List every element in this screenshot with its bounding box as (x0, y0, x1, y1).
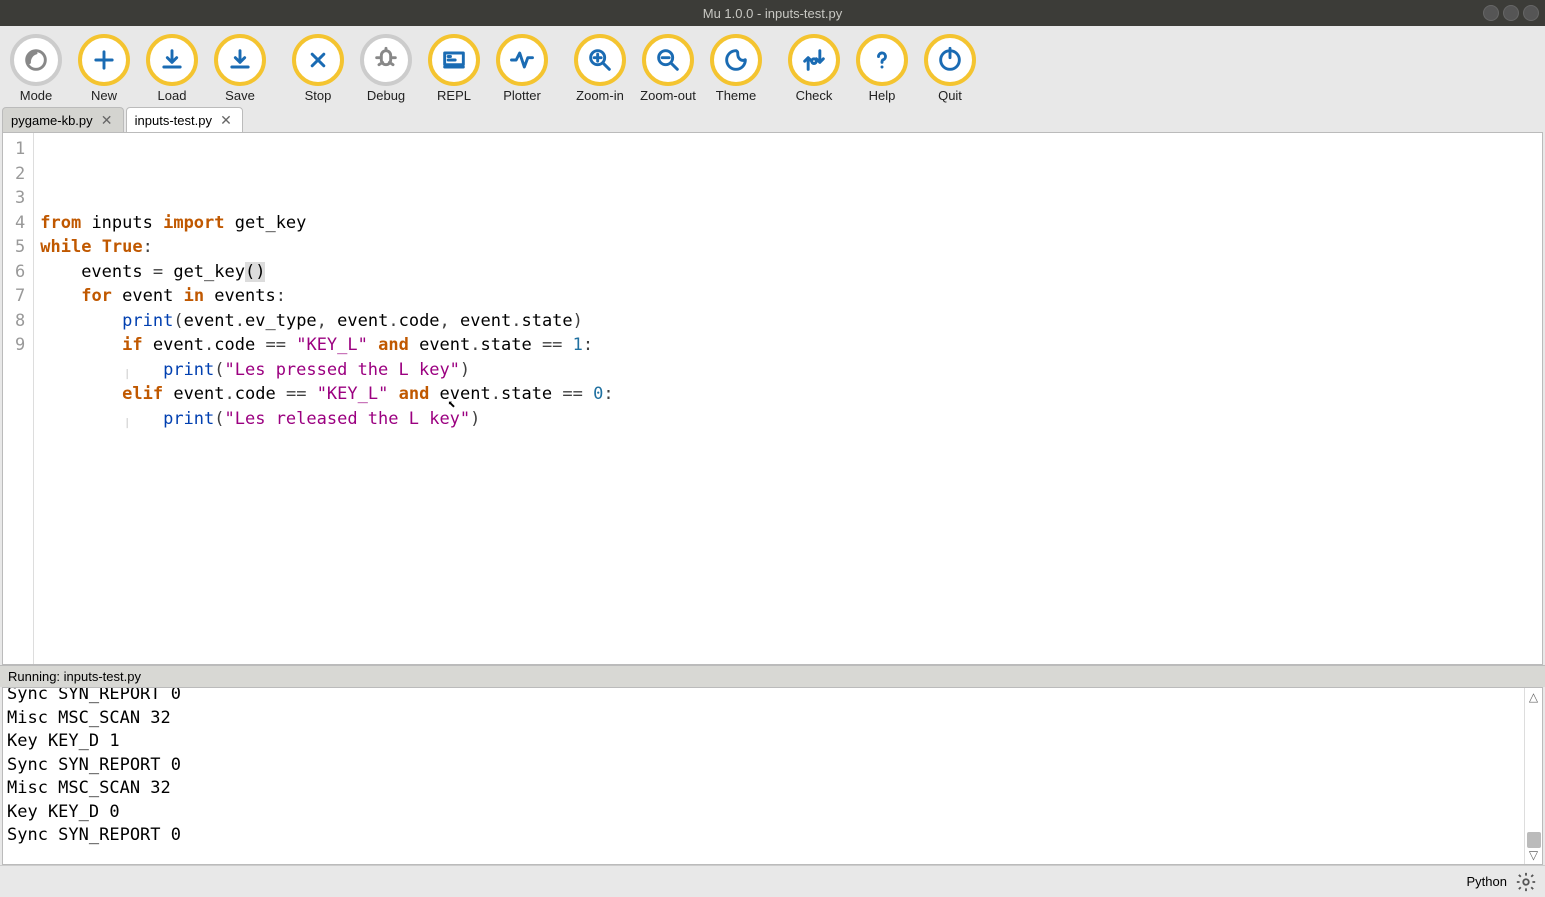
gear-icon[interactable] (1515, 871, 1537, 893)
tab-pygame-kb-py[interactable]: pygame-kb.py ✕ (2, 107, 124, 132)
stop-label: Stop (305, 88, 332, 103)
code-line[interactable]: ╷ print("Les pressed the L key") (40, 358, 1536, 383)
minimize-button[interactable] (1483, 5, 1499, 21)
code-line[interactable]: from inputs import get_key (40, 211, 1536, 236)
line-number: 5 (15, 235, 25, 260)
output-text[interactable]: Sync SYN_REPORT 0 Misc MSC_SCAN 32 Key K… (3, 687, 1524, 864)
stop-icon (292, 34, 344, 86)
new-icon (78, 34, 130, 86)
tab-inputs-test-py[interactable]: inputs-test.py ✕ (126, 107, 243, 132)
status-mode: Python (1467, 874, 1507, 889)
check-icon (788, 34, 840, 86)
help-button[interactable]: Help (848, 32, 916, 105)
load-button[interactable]: Load (138, 32, 206, 105)
stop-button[interactable]: Stop (284, 32, 352, 105)
quit-icon (924, 34, 976, 86)
zoom-out-label: Zoom-out (640, 88, 696, 103)
plotter-button[interactable]: Plotter (488, 32, 556, 105)
statusbar: Python (0, 865, 1545, 897)
mode-icon (10, 34, 62, 86)
line-number: 4 (15, 211, 25, 236)
code-line[interactable]: ╷ print("Les released the L key") (40, 407, 1536, 432)
titlebar: Mu 1.0.0 - inputs-test.py (0, 0, 1545, 26)
line-number: 9 (15, 333, 25, 358)
scroll-up-icon[interactable]: △ (1529, 690, 1538, 704)
help-icon (856, 34, 908, 86)
window-title: Mu 1.0.0 - inputs-test.py (703, 6, 842, 21)
output-panel: Sync SYN_REPORT 0 Misc MSC_SCAN 32 Key K… (2, 687, 1543, 865)
toolbar: Mode New Load Save Stop Debug REPL Plotter Zoom-… (0, 26, 1545, 107)
repl-label: REPL (437, 88, 471, 103)
mode-label: Mode (20, 88, 53, 103)
debug-icon (360, 34, 412, 86)
code-line[interactable]: if event.code == "KEY_L" and event.state… (40, 333, 1536, 358)
save-label: Save (225, 88, 255, 103)
line-number: 1 (15, 137, 25, 162)
debug-button[interactable]: Debug (352, 32, 420, 105)
code-line[interactable]: events = get_key() (40, 260, 1536, 285)
load-label: Load (158, 88, 187, 103)
code-line[interactable]: print(event.ev_type, event.code, event.s… (40, 309, 1536, 334)
quit-button[interactable]: Quit (916, 32, 984, 105)
code-line[interactable]: elif event.code == "KEY_L" and event.sta… (40, 382, 1536, 407)
theme-button[interactable]: Theme (702, 32, 770, 105)
line-number: 6 (15, 260, 25, 285)
code-area[interactable]: ⬉ from inputs import get_keywhile True: … (34, 133, 1542, 664)
new-button[interactable]: New (70, 32, 138, 105)
output-header: Running: inputs-test.py (0, 665, 1545, 687)
repl-icon (428, 34, 480, 86)
plotter-label: Plotter (503, 88, 541, 103)
check-button[interactable]: Check (780, 32, 848, 105)
zoom-out-icon (642, 34, 694, 86)
code-line[interactable]: for event in events: (40, 284, 1536, 309)
tab-label: inputs-test.py (135, 113, 212, 128)
output-scrollbar[interactable]: △ ▽ (1524, 688, 1542, 864)
code-line[interactable]: while True: (40, 235, 1536, 260)
zoom-out-button[interactable]: Zoom-out (634, 32, 702, 105)
zoom-in-icon (574, 34, 626, 86)
tab-bar: pygame-kb.py ✕ inputs-test.py ✕ (0, 107, 1545, 132)
check-label: Check (796, 88, 833, 103)
line-number: 8 (15, 309, 25, 334)
line-number: 3 (15, 186, 25, 211)
save-button[interactable]: Save (206, 32, 274, 105)
repl-button[interactable]: REPL (420, 32, 488, 105)
tab-close-icon[interactable]: ✕ (99, 112, 115, 128)
window-controls (1483, 5, 1539, 21)
scroll-down-icon[interactable]: ▽ (1529, 848, 1538, 862)
save-icon (214, 34, 266, 86)
line-number-gutter: 123456789 (3, 133, 34, 664)
load-icon (146, 34, 198, 86)
line-number: 7 (15, 284, 25, 309)
scroll-thumb[interactable] (1527, 832, 1541, 848)
new-label: New (91, 88, 117, 103)
close-button[interactable] (1523, 5, 1539, 21)
tab-close-icon[interactable]: ✕ (218, 112, 234, 128)
quit-label: Quit (938, 88, 962, 103)
zoom-in-label: Zoom-in (576, 88, 624, 103)
help-label: Help (869, 88, 896, 103)
line-number: 2 (15, 162, 25, 187)
plotter-icon (496, 34, 548, 86)
code-editor[interactable]: 123456789 ⬉ from inputs import get_keywh… (2, 132, 1543, 665)
theme-icon (710, 34, 762, 86)
debug-label: Debug (367, 88, 405, 103)
mode-button[interactable]: Mode (2, 32, 70, 105)
maximize-button[interactable] (1503, 5, 1519, 21)
theme-label: Theme (716, 88, 756, 103)
zoom-in-button[interactable]: Zoom-in (566, 32, 634, 105)
tab-label: pygame-kb.py (11, 113, 93, 128)
